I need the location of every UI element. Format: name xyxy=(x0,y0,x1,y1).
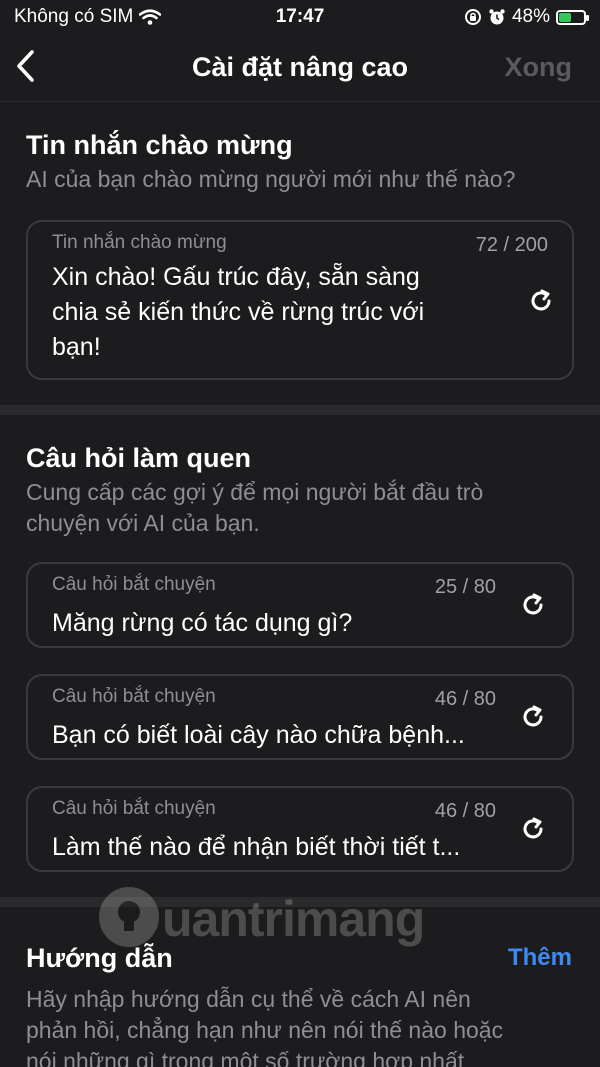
starter-question-text: Làm thế nào để nhận biết thời tiết t... xyxy=(52,833,461,861)
greeting-title: Tin nhắn chào mừng xyxy=(26,130,293,160)
battery-percent: 48% xyxy=(511,6,550,27)
navigation-bar: Cài đặt nâng cao Xong xyxy=(0,34,600,102)
starters-description: Cung cấp các gợi ý để mọi người bắt đầu … xyxy=(26,479,484,505)
refresh-icon[interactable] xyxy=(520,816,546,842)
starter-question-text: Bạn có biết loài cây nào chữa bệnh... xyxy=(52,721,465,749)
instructions-description: nói những gì trong một số trường hợp nhấ… xyxy=(26,1048,465,1067)
watermark-logo: uantrimang xyxy=(96,878,456,958)
greeting-char-count: 72 / 200 xyxy=(475,234,548,256)
refresh-icon[interactable] xyxy=(528,288,554,314)
starter-question-field[interactable]: Câu hỏi bắt chuyện 46 / 80 Bạn có biết l… xyxy=(26,674,574,760)
greeting-text-line: chia sẻ kiến thức về rừng trúc với xyxy=(52,298,425,326)
greeting-section: Tin nhắn chào mừng AI của bạn chào mừng … xyxy=(0,102,600,402)
starter-char-count: 46 / 80 xyxy=(434,800,496,822)
starter-field-label: Câu hỏi bắt chuyện xyxy=(52,798,216,819)
starters-section: Câu hỏi làm quen Cung cấp các gợi ý để m… xyxy=(0,415,600,895)
starter-char-count: 25 / 80 xyxy=(434,576,496,598)
greeting-field-label: Tin nhắn chào mừng xyxy=(52,232,227,253)
status-bar: Không có SIM 17:47 48% xyxy=(0,0,600,34)
section-divider xyxy=(0,405,600,415)
greeting-text-line: bạn! xyxy=(52,333,101,361)
rotation-lock-icon xyxy=(464,9,481,25)
status-right: 48% xyxy=(464,6,589,28)
starter-question-text: Măng rừng có tác dụng gì? xyxy=(52,609,353,637)
starter-question-field[interactable]: Câu hỏi bắt chuyện 25 / 80 Măng rừng có … xyxy=(26,562,574,648)
starter-field-label: Câu hỏi bắt chuyện xyxy=(52,574,216,595)
battery-charging-icon xyxy=(556,9,589,25)
starters-title: Câu hỏi làm quen xyxy=(26,443,252,473)
lightbulb-icon xyxy=(99,887,159,947)
watermark-text: uantrimang xyxy=(162,891,425,947)
refresh-icon[interactable] xyxy=(520,592,546,618)
battery-level xyxy=(559,12,572,22)
starters-description: chuyện với AI của bạn. xyxy=(26,510,260,536)
greeting-text-line: Xin chào! Gấu trúc đây, sẵn sàng xyxy=(52,263,420,291)
greeting-description: AI của bạn chào mừng người mới như thế n… xyxy=(26,166,516,192)
instructions-description: phản hồi, chẳng hạn như nên nói thế nào … xyxy=(26,1017,504,1043)
refresh-icon[interactable] xyxy=(520,704,546,730)
greeting-message-field[interactable]: Tin nhắn chào mừng 72 / 200 Xin chào! Gấ… xyxy=(26,220,574,380)
starter-char-count: 46 / 80 xyxy=(434,688,496,710)
instructions-description: Hãy nhập hướng dẫn cụ thể về cách AI nên xyxy=(26,986,471,1012)
add-instruction-button[interactable]: Thêm xyxy=(508,944,572,972)
alarm-icon xyxy=(489,9,505,25)
done-button[interactable]: Xong xyxy=(505,52,573,83)
starter-field-label: Câu hỏi bắt chuyện xyxy=(52,686,216,707)
starter-question-field[interactable]: Câu hỏi bắt chuyện 46 / 80 Làm thế nào đ… xyxy=(26,786,574,872)
